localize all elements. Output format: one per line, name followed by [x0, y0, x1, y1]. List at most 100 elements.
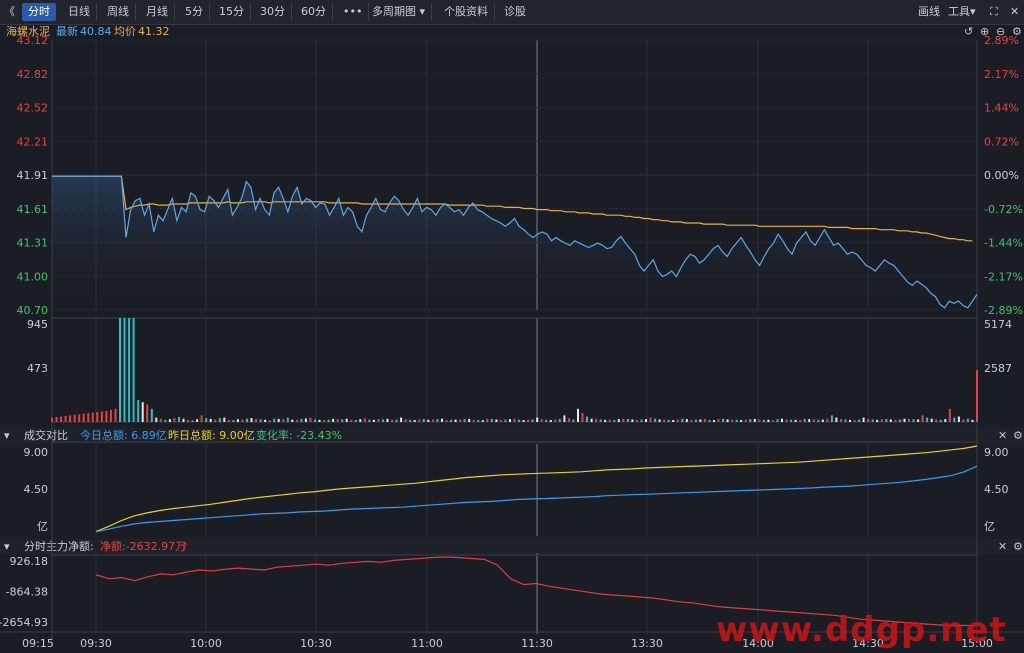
volume-bar [69, 415, 72, 422]
volume-bar [722, 418, 725, 422]
volume-bar [703, 418, 706, 422]
cmp-unit-label: 亿 [37, 520, 48, 533]
volume-bar [540, 419, 543, 422]
volume-bar [830, 415, 833, 422]
volume-bar [898, 419, 901, 422]
pct-tick-label: 2.89% [984, 34, 1019, 47]
volume-bar [91, 412, 94, 422]
time-tick-label: 09:30 [80, 637, 112, 650]
volume-bar [595, 418, 598, 422]
volume-bar [459, 419, 462, 422]
flow-tick-label: 926.18 [10, 555, 49, 568]
volume-bar [622, 418, 625, 422]
volume-bar [772, 420, 774, 422]
price-tick-label: 41.00 [17, 270, 49, 283]
volume-bar [223, 417, 226, 422]
volume-bar [209, 418, 212, 422]
volume-bar [382, 419, 384, 422]
volume-bar [309, 417, 312, 422]
volume-bar [123, 318, 126, 422]
volume-bar [205, 418, 208, 422]
volume-bar [853, 420, 856, 422]
time-tick-label: 09:15 [22, 637, 54, 650]
volume-bar [690, 419, 693, 422]
volume-bar [241, 419, 244, 422]
volume-bar [790, 419, 793, 422]
volume-bar [232, 420, 235, 422]
volume-bar [826, 418, 829, 422]
volume-bar [182, 418, 185, 422]
volume-bar [191, 420, 194, 422]
volume-bar [880, 419, 883, 422]
flow-tick-label: -864.38 [6, 586, 48, 599]
volume-bar [128, 318, 131, 422]
volume-bar [513, 418, 516, 422]
volume-bar [735, 419, 738, 422]
volume-bar [681, 418, 684, 422]
volume-bar [255, 418, 257, 422]
volume-bar [944, 419, 947, 422]
volume-bar [119, 318, 121, 422]
volume-bar [976, 370, 978, 422]
volume-bar [214, 419, 217, 422]
volume-bar [645, 419, 647, 422]
volume-bar [694, 419, 697, 422]
volume-bar [73, 414, 76, 422]
cmp-tick-label: 4.50 [24, 483, 49, 496]
volume-bar [368, 419, 371, 422]
volume-bar [935, 419, 938, 422]
volume-bar [477, 420, 480, 422]
volume-bar [286, 417, 289, 422]
intraday-chart[interactable]: 43.12 2.89% 42.82 2.17% 42.52 1.44% 42.21 0.72%… [0, 0, 1024, 653]
pct-tick-label: -1.44% [984, 237, 1023, 250]
volume-bar [549, 420, 552, 422]
volume-bar [282, 419, 285, 422]
volume-bar [155, 417, 158, 422]
pct-tick-label: 0.00% [984, 169, 1019, 182]
volume-bar [363, 418, 366, 422]
volume-bar [431, 419, 434, 422]
volume-bar [327, 419, 330, 422]
volume-bar [60, 416, 63, 422]
volume-bar [499, 419, 502, 422]
volume-bar [658, 419, 661, 422]
volume-bar [803, 418, 806, 422]
volume-bar [871, 419, 874, 422]
volume-bar [531, 419, 534, 422]
volume-bar [141, 402, 144, 422]
volume-bar [51, 417, 53, 422]
volume-bar [930, 418, 933, 422]
volume-bar [273, 418, 276, 422]
volume-bar [685, 419, 688, 422]
volume-bar [613, 420, 616, 422]
volume-bar [64, 415, 67, 422]
volume-bar [318, 419, 321, 422]
price-tick-label: 41.31 [17, 237, 49, 250]
volume-bar [132, 318, 135, 422]
volume-bar [450, 419, 452, 422]
volume-bar [109, 409, 112, 422]
volume-bar [563, 415, 566, 422]
volume-bar [114, 408, 117, 422]
volume-bar [635, 419, 638, 422]
volume-bar [422, 418, 425, 422]
volume-bar [545, 419, 548, 422]
cmp-tick-label: 9.00 [984, 446, 1009, 459]
volume-bar [304, 418, 307, 422]
volume-bar [359, 419, 362, 422]
pct-tick-label: -2.17% [984, 270, 1023, 283]
volume-bar [354, 420, 357, 422]
volume-bar [672, 420, 675, 422]
volume-bar [490, 418, 493, 422]
volume-bar [536, 417, 539, 422]
volume-bar [137, 400, 140, 422]
volume-bar [168, 419, 171, 422]
volume-bar [495, 419, 498, 422]
volume-bar [463, 419, 466, 422]
volume-bar [731, 419, 734, 422]
volume-bar [862, 417, 865, 422]
volume-bar [654, 418, 657, 422]
volume-bar [858, 419, 861, 422]
volume-bar [218, 418, 221, 422]
volume-bar [631, 419, 634, 422]
